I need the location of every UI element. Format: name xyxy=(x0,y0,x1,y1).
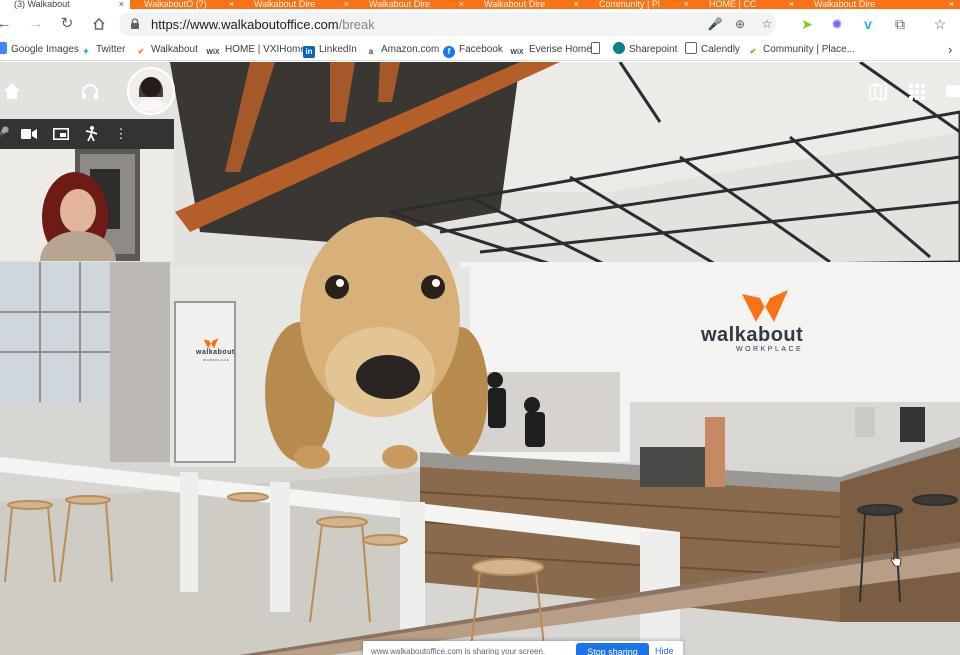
bookmark-label: Community | Place... xyxy=(763,44,856,55)
tab-6[interactable]: HOME | CC × xyxy=(695,0,800,9)
camera-icon[interactable] xyxy=(21,124,41,144)
tab-5[interactable]: Community | Pl × xyxy=(585,0,695,9)
bookmark-label: Everise Home xyxy=(529,44,592,55)
address-bar[interactable]: https://www.walkaboutoffice.com/break 🎤 … xyxy=(119,12,776,36)
facebook-icon: f xyxy=(443,46,455,58)
bookmark-everise[interactable]: WiX Everise Home xyxy=(509,42,592,58)
bookmark-label: Amazon.com xyxy=(381,44,440,55)
close-icon[interactable]: × xyxy=(119,0,124,9)
tab-label: HOME | CC xyxy=(709,0,757,9)
bookmark-label: Calendly xyxy=(701,44,740,55)
vimeo-icon[interactable]: v xyxy=(858,14,878,34)
bookmark-calendly[interactable]: Calendly xyxy=(685,42,740,58)
tab-strip: (3) Walkabout × WalkaboutO (?) × Walkabout… xyxy=(0,0,960,9)
bookmark-community[interactable]: ✔ Community | Place... xyxy=(747,42,855,58)
tab-1[interactable]: WalkaboutO (?) × xyxy=(130,0,240,9)
calendly-icon xyxy=(685,42,697,54)
tab-0[interactable]: (3) Walkabout × xyxy=(0,0,130,9)
sharepoint-icon xyxy=(613,42,625,54)
tab-label: Walkabout Dire xyxy=(254,0,316,9)
bookmark-label: LinkedIn xyxy=(319,44,357,55)
tab-4[interactable]: Walkabout Dire × xyxy=(470,0,585,9)
screen-share-notification: www.walkaboutoffice.com is sharing your … xyxy=(363,641,683,655)
bookmark-google-images[interactable]: Google Images xyxy=(0,42,79,58)
participant-video xyxy=(0,149,174,261)
door-logo-sub: WORKPLACE xyxy=(203,358,230,362)
document-icon xyxy=(591,42,600,54)
tab-3[interactable]: Walkabout Dire × xyxy=(355,0,470,9)
forward-arrow-icon[interactable]: → xyxy=(26,14,46,34)
reload-icon[interactable]: ↻ xyxy=(57,14,77,34)
google-images-icon xyxy=(0,42,7,54)
zoom-icon[interactable]: ⊕ xyxy=(731,15,749,33)
lock-icon[interactable] xyxy=(128,17,142,31)
wall-logo-word: walkabout xyxy=(701,324,804,346)
hand-cursor-icon xyxy=(890,551,902,567)
wix-icon: WiX xyxy=(206,49,220,56)
bookmark-facebook[interactable]: f Facebook xyxy=(443,42,503,58)
extension-leaf-icon[interactable]: ➤ xyxy=(797,14,817,34)
close-icon[interactable]: × xyxy=(789,0,794,9)
amazon-icon: a xyxy=(368,47,374,56)
close-icon[interactable]: × xyxy=(574,0,579,9)
office-break-room: 🎤 ⋮ walkabout WORKPLACE walkabout WORKPL… xyxy=(0,62,960,655)
bookmark-linkedin[interactable]: in LinkedIn xyxy=(303,42,357,58)
walkabout-logo-icon xyxy=(742,290,788,322)
bookmark-vxihome[interactable]: WiX HOME | VXIHome xyxy=(205,42,306,58)
close-icon[interactable]: × xyxy=(459,0,464,9)
more-options-icon[interactable]: ⋮ xyxy=(111,124,131,144)
tab-label: Community | Pl xyxy=(599,0,660,9)
bookmark-amazon[interactable]: a Amazon.com xyxy=(365,42,440,58)
tab-2[interactable]: Walkabout Dire × xyxy=(240,0,355,9)
close-icon[interactable]: × xyxy=(684,0,689,9)
tab-label: Walkabout Dire xyxy=(484,0,546,9)
bookmark-label: Twitter xyxy=(96,44,126,55)
stop-sharing-button[interactable]: Stop sharing xyxy=(576,643,649,655)
tab-label: (3) Walkabout xyxy=(14,0,70,9)
bookmarks-bar: Google Images ✦ Twitter ✔ Walkabout WiX HOM… xyxy=(0,39,960,61)
microphone-icon[interactable]: 🎤 xyxy=(0,124,12,144)
bookmark-document[interactable] xyxy=(591,42,604,58)
close-icon[interactable]: × xyxy=(949,0,954,9)
bookmark-walkabout[interactable]: ✔ Walkabout xyxy=(135,42,198,58)
tab-label: WalkaboutO (?) xyxy=(144,0,207,9)
url-path: /break xyxy=(338,17,375,32)
linkedin-icon: in xyxy=(303,46,315,58)
home-icon[interactable] xyxy=(89,14,109,34)
chevron-right-icon[interactable]: › xyxy=(948,42,952,58)
door-logo-word: walkabout xyxy=(196,349,235,356)
bookmark-sharepoint[interactable]: Sharepoint xyxy=(613,42,677,58)
bookmark-label: Facebook xyxy=(459,44,503,55)
tab-label: Walkabout Dire xyxy=(369,0,431,9)
bookmark-twitter[interactable]: ✦ Twitter xyxy=(80,42,126,58)
hide-button[interactable]: Hide xyxy=(655,646,674,655)
video-call-toolbar: 🎤 ⋮ xyxy=(0,119,174,149)
screen-share-icon[interactable] xyxy=(53,124,73,144)
bookmark-label: Google Images xyxy=(11,44,79,55)
bookmark-label: Sharepoint xyxy=(629,44,678,55)
favorites-icon[interactable]: ☆ xyxy=(930,14,950,34)
extension-flower-icon[interactable]: ✹ xyxy=(827,14,847,34)
microphone-icon[interactable]: 🎤 xyxy=(706,15,724,33)
back-arrow-icon[interactable]: ← xyxy=(0,14,14,34)
star-bookmark-icon[interactable]: ☆ xyxy=(758,15,776,33)
wall-logo-sub: WORKPLACE xyxy=(736,346,804,353)
bookmark-label: Walkabout xyxy=(151,44,198,55)
bookmark-label: HOME | VXIHome xyxy=(225,44,306,55)
wix-icon: WiX xyxy=(510,49,524,56)
share-message: www.walkaboutoffice.com is sharing your … xyxy=(371,647,546,655)
url-host: https://www.walkaboutoffice.com xyxy=(151,17,339,32)
url-text[interactable]: https://www.walkaboutoffice.com/break xyxy=(151,17,375,32)
walk-icon[interactable] xyxy=(85,124,105,144)
tab-7[interactable]: Walkabout Dire × xyxy=(800,0,960,9)
twitter-icon: ✦ xyxy=(82,47,90,56)
walkabout-icon: ✔ xyxy=(137,47,145,56)
tab-label: Walkabout Dire xyxy=(814,0,876,9)
tab-switch-icon[interactable]: ⧉ xyxy=(890,14,910,34)
close-icon[interactable]: × xyxy=(344,0,349,9)
navigation-bar: ← → ↻ https://www.walkaboutoffice.com/br… xyxy=(0,9,960,39)
walkabout-icon: ✔ xyxy=(749,47,757,56)
close-icon[interactable]: × xyxy=(229,0,234,9)
